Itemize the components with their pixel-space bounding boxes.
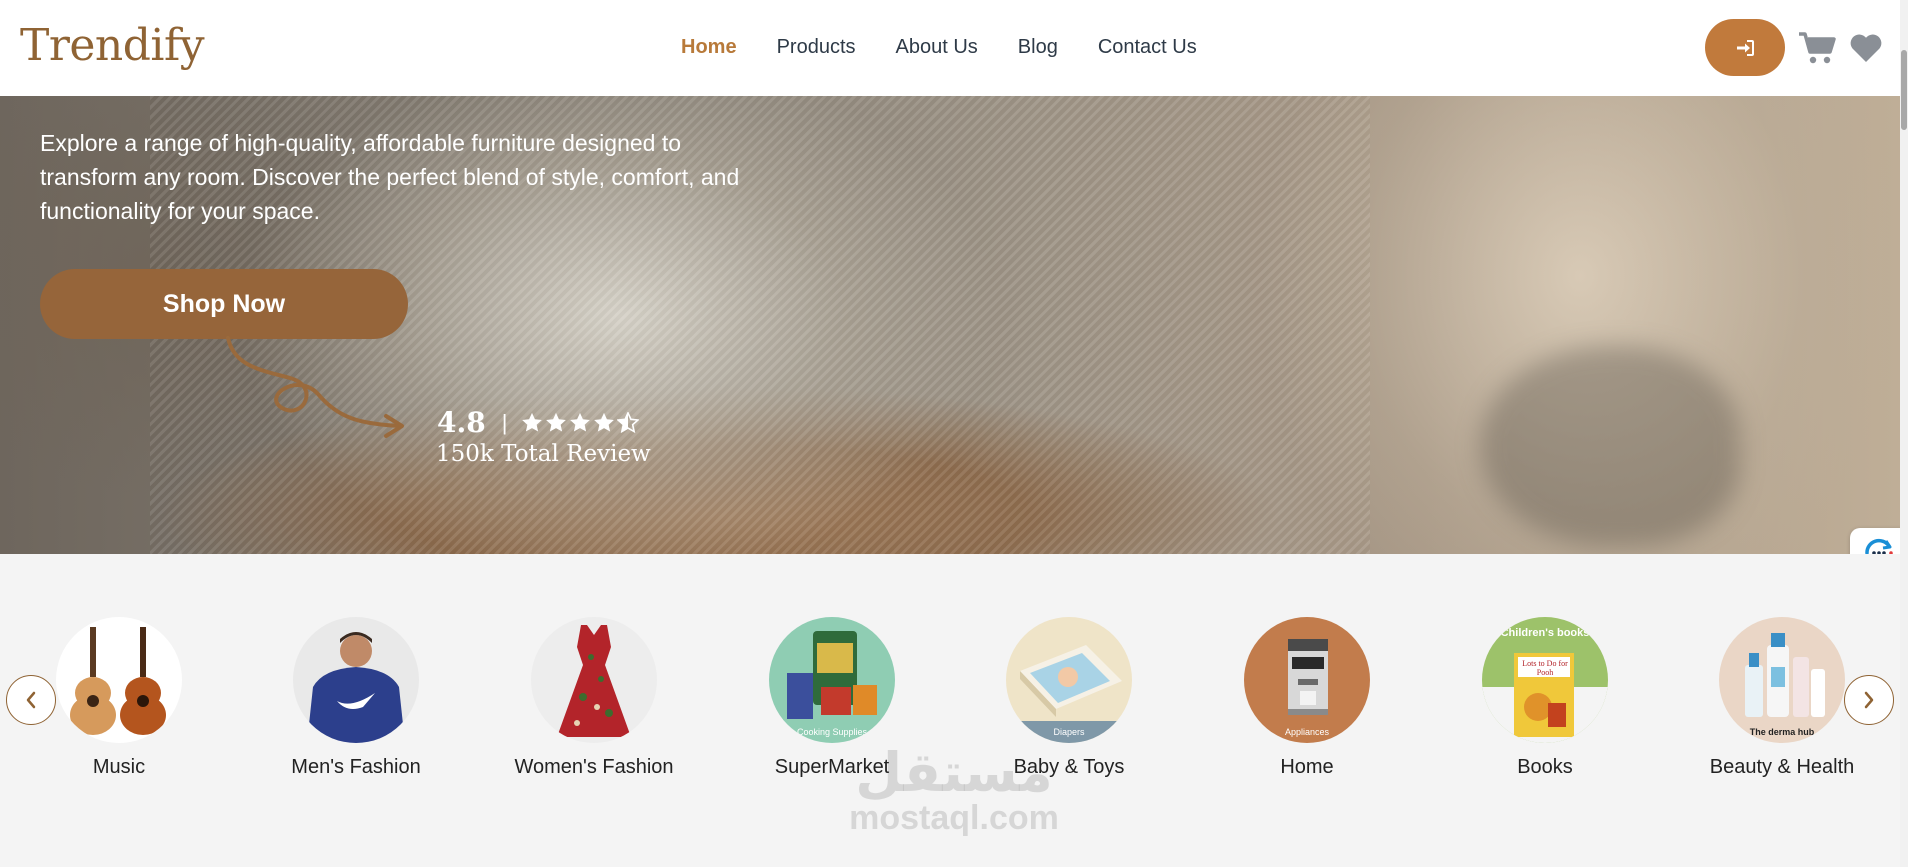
page-scrollbar[interactable] [1900, 0, 1908, 867]
coffee-machine-image: Appliances [1244, 617, 1370, 743]
shop-now-button[interactable]: Shop Now [40, 269, 408, 339]
category-tag: Cooking Supplies [796, 727, 868, 737]
category-tag: Children's books [1500, 627, 1590, 639]
category-home[interactable]: Appliances Home [1212, 617, 1402, 779]
book-title: Lots to Do for Pooh [1522, 659, 1568, 677]
nav-products[interactable]: Products [777, 36, 856, 59]
login-button[interactable] [1705, 19, 1785, 76]
category-label: SuperMarket [774, 756, 890, 778]
brand-logo[interactable]: Trendify [20, 20, 205, 71]
category-books[interactable]: Children's books Lots to Do for Pooh Boo… [1450, 617, 1640, 779]
cosmetics-image: The derma hub [1719, 617, 1845, 743]
category-label: Music [92, 756, 146, 778]
floating-widget[interactable] [1850, 528, 1900, 554]
category-label: Women's Fashion [514, 756, 674, 778]
nav-contact-us[interactable]: Contact Us [1098, 36, 1197, 59]
review-count: 150k Total Review [436, 441, 651, 467]
rating-summary: 4.8 | [437, 406, 641, 439]
site-header: Trendify Home Products About Us Blog Con… [0, 0, 1908, 96]
category-womens-fashion[interactable]: Women's Fashion [499, 617, 689, 779]
dress-image [531, 617, 657, 743]
star-full-icon [546, 412, 567, 432]
diapers-image: Diapers [1006, 617, 1132, 743]
nav-blog[interactable]: Blog [1018, 36, 1058, 59]
carousel-next-button[interactable] [1844, 675, 1894, 725]
star-full-icon [594, 412, 615, 432]
nav-about-us[interactable]: About Us [896, 36, 978, 59]
nav-home[interactable]: Home [681, 36, 737, 59]
rating-value: 4.8 [437, 406, 486, 439]
category-label: Baby & Toys [1013, 756, 1125, 778]
scrollbar-thumb[interactable] [1901, 50, 1907, 130]
hero-description: Explore a range of high-quality, afforda… [40, 130, 740, 224]
refresh-chat-icon [1865, 538, 1893, 554]
category-baby-toys[interactable]: Diapers Baby & Toys [974, 617, 1164, 779]
category-label: Home [1280, 756, 1334, 778]
star-rating [521, 412, 641, 433]
hoodie-image [293, 617, 419, 743]
rating-separator: | [501, 409, 508, 435]
category-tag: Appliances [1284, 727, 1330, 737]
category-tag: The derma hub [1749, 727, 1815, 737]
guitar-image [56, 617, 182, 743]
star-full-icon [570, 412, 591, 432]
hero-banner: Explore a range of high-quality, afforda… [0, 96, 1900, 554]
sign-in-icon [1737, 39, 1754, 56]
hero-plant-shadow [1480, 346, 1740, 546]
category-tag: Diapers [1053, 727, 1085, 737]
category-mens-fashion[interactable]: Men's Fashion [261, 617, 451, 779]
groceries-image: Cooking Supplies [769, 617, 895, 743]
main-nav: Home Products About Us Blog Contact Us [681, 36, 1237, 59]
star-half-icon [617, 412, 640, 433]
chevron-right-icon [1864, 691, 1874, 709]
category-music[interactable]: Music [24, 617, 214, 779]
category-label: Men's Fashion [291, 756, 421, 778]
cart-icon[interactable] [1798, 30, 1836, 66]
book-image: Children's books Lots to Do for Pooh [1482, 617, 1608, 743]
star-full-icon [522, 412, 543, 432]
curly-arrow-icon [226, 336, 404, 438]
category-label: Books [1517, 756, 1573, 778]
watermark-latin: mostaql.com [849, 799, 1059, 837]
category-supermarket[interactable]: Cooking Supplies SuperMarket [737, 617, 927, 779]
category-label: Beauty & Health [1709, 756, 1855, 778]
categories-carousel: مستقل mostaql.com Music Men's Fashion Wo… [0, 554, 1900, 867]
heart-icon[interactable] [1849, 32, 1883, 64]
